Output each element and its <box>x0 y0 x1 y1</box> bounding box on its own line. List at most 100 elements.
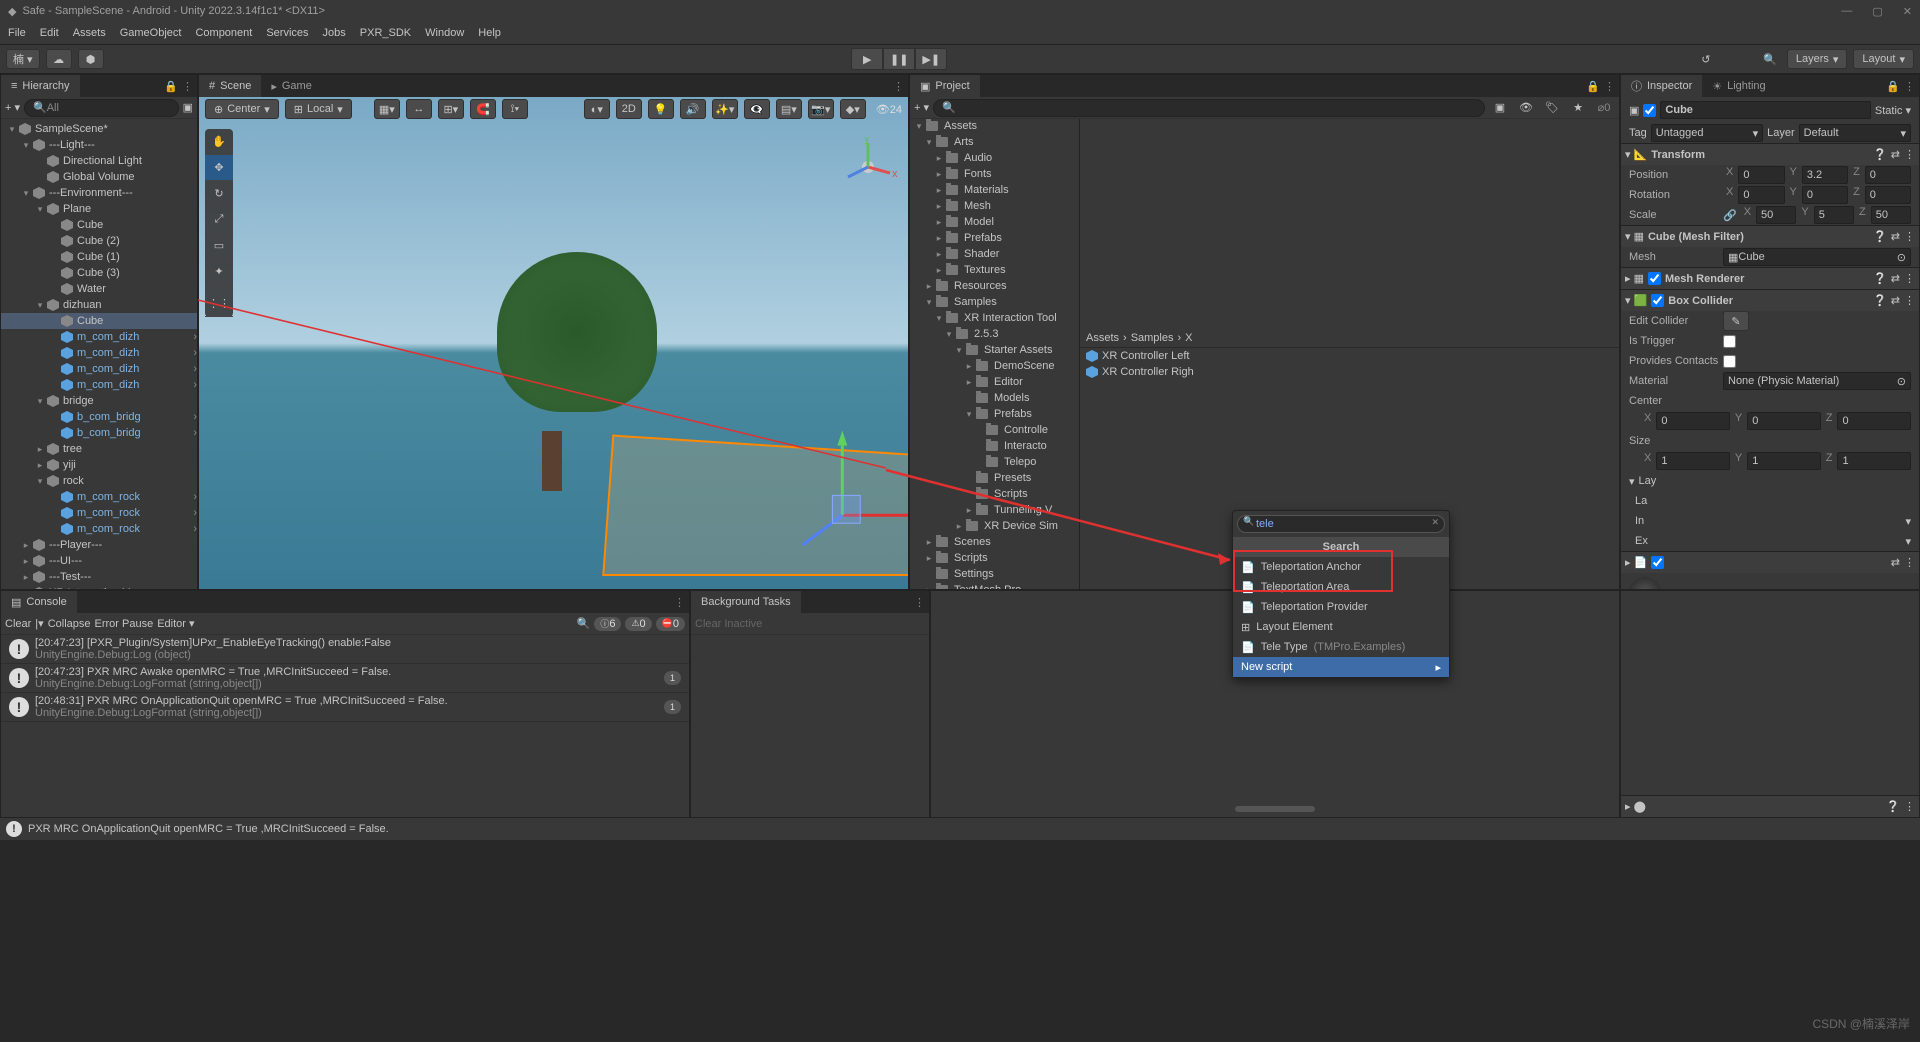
search-icon[interactable]: 🔍 <box>577 617 591 630</box>
hierarchy-item[interactable]: ▸---UI--- <box>1 553 197 569</box>
project-folder[interactable]: Settings <box>910 566 1079 582</box>
hierarchy-item[interactable]: Global Volume <box>1 169 197 185</box>
result-tele-type[interactable]: 📄 Tele Type (TMPro.Examples) <box>1233 637 1449 657</box>
hierarchy-item[interactable]: ▸---Test--- <box>1 569 197 585</box>
project-folder[interactable]: ▸XR Device Sim <box>910 518 1079 534</box>
console-entry[interactable]: ![20:48:31] PXR MRC OnApplicationQuit op… <box>1 693 689 722</box>
maximize-button[interactable]: ▢ <box>1872 5 1882 18</box>
search-by-icon[interactable]: ▣ <box>183 101 193 114</box>
hierarchy-item[interactable]: ▸tree <box>1 441 197 457</box>
menu-assets[interactable]: Assets <box>73 27 106 39</box>
material-header[interactable]: ▸ ⬤ ❔⋮ <box>1621 795 1919 817</box>
pos-y[interactable]: 3.2 <box>1802 166 1848 184</box>
menu-gameobject[interactable]: GameObject <box>120 27 182 39</box>
lighting-toggle-icon[interactable]: 💡 <box>648 99 674 119</box>
camera-settings-icon[interactable]: 📷▾ <box>808 99 834 119</box>
hierarchy-item[interactable]: Cube (3) <box>1 265 197 281</box>
search-global-icon[interactable]: 🔍 <box>1759 49 1781 69</box>
transform-header[interactable]: ▾ 📐 Transform ❔⇄⋮ <box>1621 143 1919 165</box>
hierarchy-item[interactable]: m_com_rock› <box>1 505 197 521</box>
project-folder[interactable]: ▾2.5.3 <box>910 326 1079 342</box>
project-search[interactable]: 🔍 <box>933 99 1485 117</box>
rot-x[interactable]: 0 <box>1738 186 1784 204</box>
menu-edit[interactable]: Edit <box>40 27 59 39</box>
center-y[interactable]: 0 <box>1747 412 1821 430</box>
panel-menu-icon[interactable]: ⋮ <box>914 596 925 609</box>
panel-lock-icon[interactable]: 🔒 <box>1586 80 1600 93</box>
project-folder[interactable]: ▸Shader <box>910 246 1079 262</box>
tag-dropdown[interactable]: Untagged▾ <box>1651 124 1763 142</box>
thumbnail-size-slider[interactable] <box>1235 806 1315 812</box>
project-folder[interactable]: ▾Starter Assets <box>910 342 1079 358</box>
hierarchy-item[interactable]: Cube (2) <box>1 233 197 249</box>
clear-button[interactable]: Clear <box>5 618 31 630</box>
project-folder[interactable]: ▸Prefabs <box>910 230 1079 246</box>
hierarchy-item[interactable]: m_com_dizh› <box>1 377 197 393</box>
hierarchy-item[interactable]: b_com_bridg› <box>1 409 197 425</box>
console-output[interactable]: ![20:47:23] [PXR_Plugin/System]UPxr_Enab… <box>1 635 689 817</box>
center-x[interactable]: 0 <box>1656 412 1730 430</box>
project-folder[interactable]: ▾XR Interaction Tool <box>910 310 1079 326</box>
hierarchy-item[interactable]: ▾---Environment--- <box>1 185 197 201</box>
project-folder[interactable]: ▸DemoScene <box>910 358 1079 374</box>
clear-inactive-button[interactable]: Clear Inactive <box>695 618 762 630</box>
project-folder[interactable]: ▸Mesh <box>910 198 1079 214</box>
project-folder[interactable]: Telepo <box>910 454 1079 470</box>
size-y[interactable]: 1 <box>1747 452 1821 470</box>
layout-dropdown[interactable]: Layout ▾ <box>1853 49 1914 69</box>
script-header[interactable]: ▸ 📄 ⇄⋮ <box>1621 551 1919 573</box>
project-folder[interactable]: ▸Model <box>910 214 1079 230</box>
project-folder[interactable]: ▾Samples <box>910 294 1079 310</box>
project-folder[interactable]: ▸Fonts <box>910 166 1079 182</box>
mode-2d[interactable]: 2D <box>616 99 642 119</box>
hierarchy-item[interactable]: ▾dizhuan <box>1 297 197 313</box>
info-count[interactable]: ⓘ 6 <box>594 617 621 631</box>
account-dropdown[interactable]: 楠 ▾ <box>6 49 40 69</box>
hierarchy-item[interactable]: m_com_rock› <box>1 489 197 505</box>
console-entry[interactable]: ![20:47:23] [PXR_Plugin/System]UPxr_Enab… <box>1 635 689 664</box>
pivot-mode[interactable]: ⊕Center▾ <box>205 99 279 119</box>
static-dropdown[interactable]: Static ▾ <box>1875 104 1911 117</box>
rot-z[interactable]: 0 <box>1865 186 1911 204</box>
active-checkbox[interactable] <box>1643 104 1656 117</box>
hierarchy-item[interactable]: ▾Plane <box>1 201 197 217</box>
hierarchy-item[interactable]: ▾rock <box>1 473 197 489</box>
tab-project[interactable]: ▣ Project <box>910 75 980 97</box>
pause-button[interactable]: ❚❚ <box>883 48 915 70</box>
menu-pxrsdk[interactable]: PXR_SDK <box>360 27 411 39</box>
handle-rotation[interactable]: ⊞Local▾ <box>285 99 352 119</box>
warn-count[interactable]: ⚠ 0 <box>625 617 651 631</box>
tab-lighting[interactable]: ☀ Lighting <box>1702 75 1775 97</box>
scl-y[interactable]: 5 <box>1814 206 1854 224</box>
scale-link-icon[interactable]: 🔗 <box>1723 209 1737 222</box>
search-type-icon[interactable]: 👁 <box>1515 98 1537 118</box>
scene-view[interactable]: ⊕Center▾ ⊞Local▾ ▦▾ ↔ ⊞▾ 🧲 ⟟▾ ◐▾ 2D 💡 🔊 … <box>199 97 908 589</box>
undo-history-icon[interactable]: ↺ <box>1695 49 1717 69</box>
minimize-button[interactable]: ― <box>1841 5 1852 18</box>
project-folder[interactable]: ▸TextMesh Pro <box>910 582 1079 589</box>
project-folder[interactable]: ▸Materials <box>910 182 1079 198</box>
incr-snap-icon[interactable]: ⟟▾ <box>502 99 528 119</box>
gizmos-dropdown[interactable]: ◆▾ <box>840 99 866 119</box>
result-teleportation-anchor[interactable]: 📄 Teleportation Anchor <box>1233 557 1449 577</box>
error-count[interactable]: ⛔ 0 <box>656 617 685 631</box>
project-folder[interactable]: Interacto <box>910 438 1079 454</box>
menu-jobs[interactable]: Jobs <box>323 27 346 39</box>
hierarchy-tree[interactable]: ▾SampleScene*▾---Light---Directional Lig… <box>1 119 197 589</box>
menu-services[interactable]: Services <box>266 27 308 39</box>
object-name[interactable]: Cube <box>1660 101 1871 119</box>
draw-mode-icon[interactable]: ◐▾ <box>584 99 610 119</box>
hierarchy-item[interactable]: ▸XR Interaction Mana <box>1 585 197 589</box>
hierarchy-item[interactable]: Directional Light <box>1 153 197 169</box>
panel-menu-icon[interactable]: ⋮ <box>674 596 685 609</box>
hierarchy-item[interactable]: ▾bridge <box>1 393 197 409</box>
hierarchy-item[interactable]: b_com_bridg› <box>1 425 197 441</box>
hierarchy-item[interactable]: m_com_dizh› <box>1 345 197 361</box>
edit-collider-button[interactable]: ✎ <box>1723 311 1749 331</box>
boxcollider-header[interactable]: ▾ 🟩 Box Collider ❔⇄⋮ <box>1621 289 1919 311</box>
hierarchy-item[interactable]: m_com_dizh› <box>1 329 197 345</box>
hierarchy-item[interactable]: Cube <box>1 217 197 233</box>
rot-y[interactable]: 0 <box>1802 186 1848 204</box>
project-folder[interactable]: ▸Editor <box>910 374 1079 390</box>
is-trigger[interactable] <box>1723 335 1736 348</box>
